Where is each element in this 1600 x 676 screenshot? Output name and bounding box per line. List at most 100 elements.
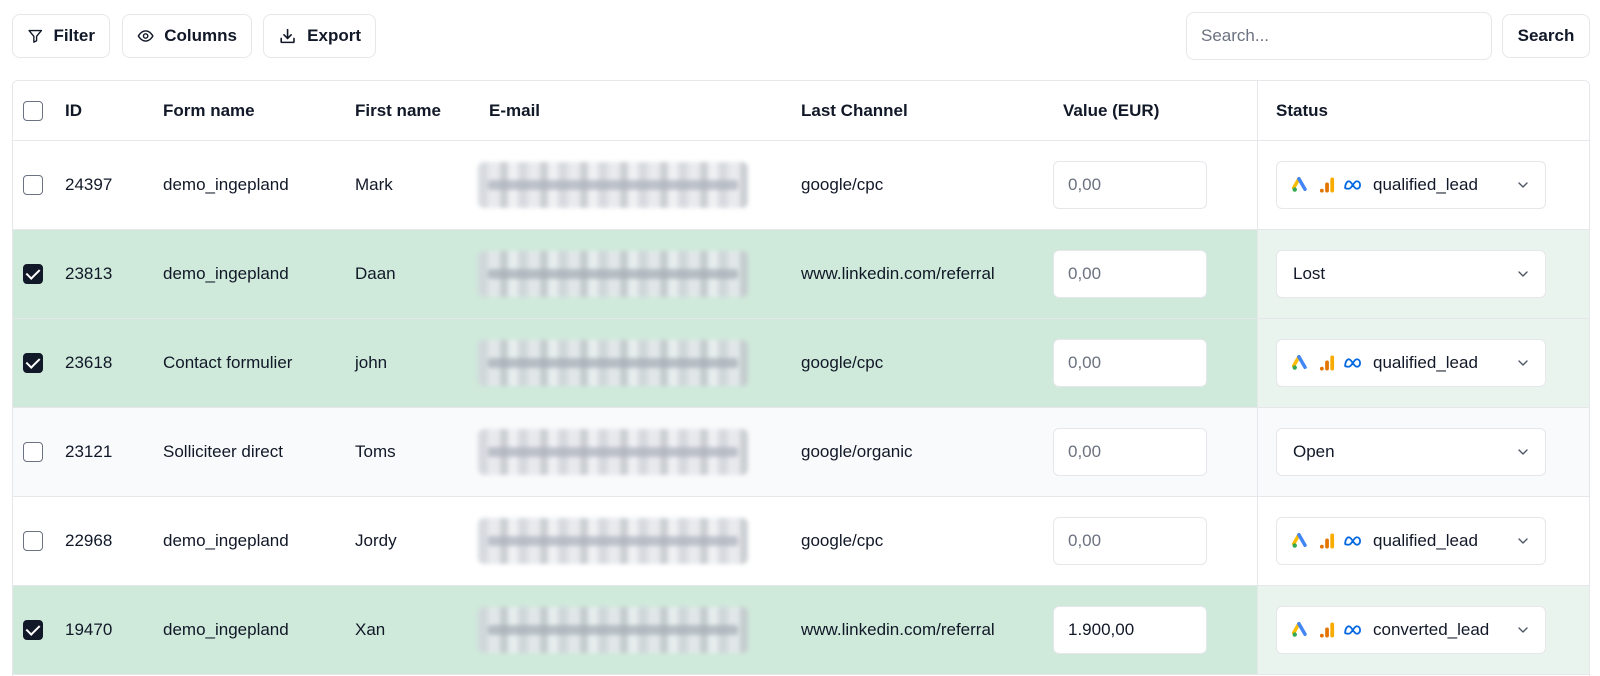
value-input[interactable] xyxy=(1053,250,1207,298)
status-select[interactable]: qualified_lead xyxy=(1276,339,1546,387)
status-select[interactable]: Lost xyxy=(1276,250,1546,298)
filter-button-label: Filter xyxy=(53,26,95,45)
header-last-channel[interactable]: Last Channel xyxy=(801,101,908,121)
status-select[interactable]: Open xyxy=(1276,428,1546,476)
row-id: 23618 xyxy=(65,353,113,372)
meta-icon xyxy=(1344,180,1361,190)
header-form-name[interactable]: Form name xyxy=(163,101,255,121)
row-first-name: Mark xyxy=(355,175,393,194)
status-icons xyxy=(1291,531,1363,551)
value-input[interactable] xyxy=(1053,517,1207,565)
toolbar: Filter Columns Export Search xyxy=(0,0,1600,72)
row-id: 24397 xyxy=(65,175,113,194)
row-checkbox[interactable] xyxy=(23,620,43,640)
row-first-name: Daan xyxy=(355,264,396,283)
table-row[interactable]: 22968 demo_ingepland Jordy google/cpc qu… xyxy=(13,497,1589,586)
row-form-name: demo_ingepland xyxy=(163,620,289,639)
export-button-label: Export xyxy=(307,26,361,45)
header-id[interactable]: ID xyxy=(65,101,82,121)
redacted-email xyxy=(478,607,748,653)
google-analytics-icon xyxy=(1319,533,1335,549)
redacted-email xyxy=(478,340,748,386)
row-first-name: Toms xyxy=(355,442,396,461)
google-analytics-icon xyxy=(1319,177,1335,193)
google-analytics-icon xyxy=(1319,355,1335,371)
status-select-value: qualified_lead xyxy=(1373,175,1478,194)
row-form-name: demo_ingepland xyxy=(163,264,289,283)
row-last-channel: google/cpc xyxy=(801,531,884,550)
status-select-value: Open xyxy=(1293,442,1335,461)
columns-button[interactable]: Columns xyxy=(122,14,252,58)
table-row[interactable]: 23618 Contact formulier john google/cpc … xyxy=(13,319,1589,408)
row-last-channel: www.linkedin.com/referral xyxy=(801,264,995,283)
row-first-name: Xan xyxy=(355,620,386,639)
table-row[interactable]: 24397 demo_ingepland Mark google/cpc qua… xyxy=(13,141,1589,230)
redacted-email xyxy=(478,518,748,564)
row-last-channel: google/cpc xyxy=(801,175,884,194)
select-all-checkbox[interactable] xyxy=(23,100,43,121)
filter-icon xyxy=(28,29,43,43)
google-analytics-icon xyxy=(1319,622,1335,638)
row-form-name: demo_ingepland xyxy=(163,175,289,194)
search-button[interactable]: Search xyxy=(1502,14,1590,58)
value-input[interactable] xyxy=(1053,339,1207,387)
meta-icon xyxy=(1344,625,1361,635)
row-form-name: Solliciteer direct xyxy=(163,442,283,461)
value-input[interactable] xyxy=(1053,606,1207,654)
value-input[interactable] xyxy=(1053,161,1207,209)
google-ads-icon xyxy=(1291,355,1307,370)
redacted-email xyxy=(478,162,748,208)
redacted-email xyxy=(478,429,748,475)
table-row[interactable]: 23121 Solliciteer direct Toms google/org… xyxy=(13,408,1589,497)
table-row[interactable]: 23813 demo_ingepland Daan www.linkedin.c… xyxy=(13,230,1589,319)
row-id: 19470 xyxy=(65,620,113,639)
leads-table: ID Form name First name E-mail Last Chan… xyxy=(12,80,1590,676)
row-last-channel: google/cpc xyxy=(801,353,884,372)
status-select-value: qualified_lead xyxy=(1373,531,1478,550)
row-form-name: demo_ingepland xyxy=(163,531,289,550)
google-ads-icon xyxy=(1291,177,1307,192)
status-icons xyxy=(1291,620,1363,640)
status-icons xyxy=(1291,175,1363,195)
status-select[interactable]: qualified_lead xyxy=(1276,161,1546,209)
status-select-value: qualified_lead xyxy=(1373,353,1478,372)
chevron-down-icon xyxy=(1518,449,1528,455)
header-value[interactable]: Value (EUR) xyxy=(1063,101,1159,121)
redacted-email xyxy=(478,251,748,297)
status-select[interactable]: qualified_lead xyxy=(1276,517,1546,565)
row-checkbox[interactable] xyxy=(23,175,43,195)
chevron-down-icon xyxy=(1518,182,1528,188)
status-select-value: converted_lead xyxy=(1373,620,1490,639)
header-status[interactable]: Status xyxy=(1276,101,1328,121)
row-form-name: Contact formulier xyxy=(163,353,293,372)
row-last-channel: www.linkedin.com/referral xyxy=(801,620,995,639)
header-email[interactable]: E-mail xyxy=(489,101,540,121)
row-first-name: Jordy xyxy=(355,531,397,550)
row-id: 23813 xyxy=(65,264,113,283)
row-first-name: john xyxy=(355,353,388,372)
filter-button[interactable]: Filter xyxy=(12,14,110,58)
table-header-row: ID Form name First name E-mail Last Chan… xyxy=(13,81,1589,141)
row-last-channel: google/organic xyxy=(801,442,913,461)
status-select[interactable]: converted_lead xyxy=(1276,606,1546,654)
export-button[interactable]: Export xyxy=(263,14,376,58)
header-first-name[interactable]: First name xyxy=(355,101,441,121)
chevron-down-icon xyxy=(1518,538,1528,544)
row-checkbox[interactable] xyxy=(23,531,43,551)
download-icon xyxy=(280,28,295,44)
row-id: 22968 xyxy=(65,531,113,550)
chevron-down-icon xyxy=(1518,271,1528,277)
table-row[interactable]: 19470 demo_ingepland Xan www.linkedin.co… xyxy=(13,586,1589,675)
columns-button-label: Columns xyxy=(164,26,237,45)
meta-icon xyxy=(1344,536,1361,546)
meta-icon xyxy=(1344,358,1361,368)
row-checkbox[interactable] xyxy=(23,264,43,284)
search-input[interactable] xyxy=(1186,12,1492,60)
row-checkbox[interactable] xyxy=(23,442,43,462)
row-id: 23121 xyxy=(65,442,113,461)
status-icons xyxy=(1291,353,1363,373)
google-ads-icon xyxy=(1291,622,1307,637)
chevron-down-icon xyxy=(1518,360,1528,366)
value-input[interactable] xyxy=(1053,428,1207,476)
row-checkbox[interactable] xyxy=(23,353,43,373)
